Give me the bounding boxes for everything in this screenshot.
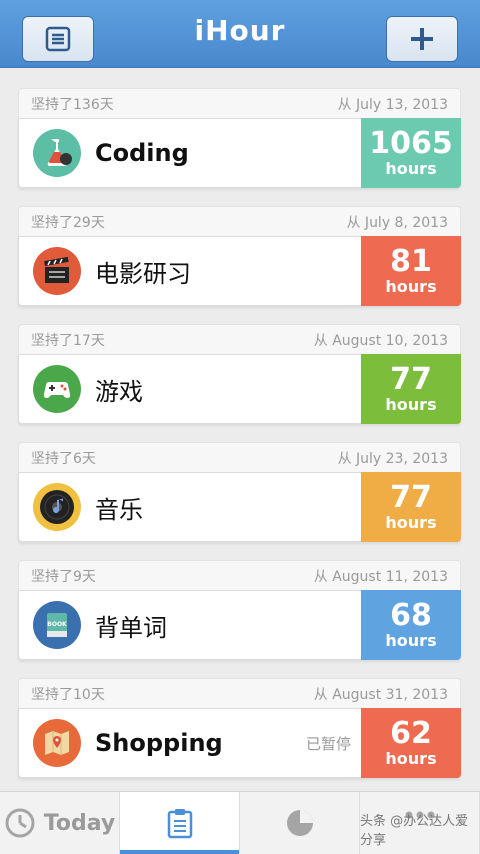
hours-value: 81: [390, 244, 432, 279]
habit-card-shopping[interactable]: 坚持了10天 从 August 31, 2013 Shopping 已暂停 62…: [18, 678, 461, 778]
hours-badge: 62 hours: [361, 708, 461, 778]
tab-today[interactable]: Today: [0, 792, 120, 854]
plus-icon: [411, 28, 433, 50]
days-persisted: 坚持了6天: [31, 450, 96, 467]
habit-name: 游戏: [95, 377, 143, 406]
nav-header: iHour: [0, 0, 480, 68]
habit-card-movie-study[interactable]: 坚持了29天 从 July 8, 2013 电影研习 81 hours: [18, 206, 461, 306]
hours-unit: hours: [385, 159, 437, 178]
map-icon: [33, 719, 81, 767]
card-body: Coding 1065 hours: [18, 118, 461, 188]
pie-chart-icon: [286, 810, 313, 836]
habit-name: 音乐: [95, 495, 143, 524]
start-date: 从 July 8, 2013: [346, 214, 448, 231]
card-body: 音乐 77 hours: [18, 472, 461, 542]
habit-card-coding[interactable]: 坚持了136天 从 July 13, 2013 Coding 1065 hour…: [18, 88, 461, 188]
days-persisted: 坚持了29天: [31, 214, 105, 231]
add-button[interactable]: [386, 16, 458, 62]
card-meta: 坚持了29天 从 July 8, 2013: [18, 206, 461, 236]
watermark-text: 头条 @办公达人爱分享: [360, 814, 469, 848]
card-meta: 坚持了9天 从 August 11, 2013: [18, 560, 461, 590]
habit-name: 电影研习: [95, 259, 191, 288]
card-body: 电影研习 81 hours: [18, 236, 461, 306]
tab-today-label: Today: [43, 810, 116, 836]
hours-badge: 68 hours: [361, 590, 461, 660]
habit-name: 背单词: [95, 613, 167, 642]
hours-unit: hours: [385, 749, 437, 768]
flask-icon: [33, 129, 81, 177]
start-date: 从 August 11, 2013: [313, 568, 448, 585]
days-persisted: 坚持了9天: [31, 568, 96, 585]
start-date: 从 July 13, 2013: [337, 96, 448, 113]
clipboard-icon: [167, 809, 192, 839]
card-body: Shopping 已暂停 62 hours: [18, 708, 461, 778]
hours-value: 77: [390, 362, 432, 397]
habit-card-music[interactable]: 坚持了6天 从 July 23, 2013 音乐 77 hours: [18, 442, 461, 542]
days-persisted: 坚持了10天: [31, 686, 105, 703]
hours-badge: 77 hours: [361, 354, 461, 424]
days-persisted: 坚持了17天: [31, 332, 105, 349]
svg-text:BOOK: BOOK: [47, 621, 67, 628]
hours-value: 77: [390, 480, 432, 515]
hours-value: 1065: [369, 126, 453, 161]
hours-unit: hours: [385, 513, 437, 532]
start-date: 从 August 31, 2013: [313, 686, 448, 703]
habit-list: 坚持了136天 从 July 13, 2013 Coding 1065 hour…: [18, 88, 461, 796]
hours-value: 68: [390, 598, 432, 633]
habit-card-games[interactable]: 坚持了17天 从 August 10, 2013 游戏 77 hours: [18, 324, 461, 424]
card-meta: 坚持了10天 从 August 31, 2013: [18, 678, 461, 708]
tab-more[interactable]: 头条 @办公达人爱分享: [360, 792, 480, 854]
habit-name: Coding: [95, 139, 189, 167]
card-meta: 坚持了6天 从 July 23, 2013: [18, 442, 461, 472]
habit-card-vocabulary[interactable]: 坚持了9天 从 August 11, 2013 BOOK 背单词 68 hour…: [18, 560, 461, 660]
card-body: 游戏 77 hours: [18, 354, 461, 424]
book-icon: BOOK: [33, 601, 81, 649]
hours-badge: 1065 hours: [361, 118, 461, 188]
card-body: BOOK 背单词 68 hours: [18, 590, 461, 660]
gamepad-icon: [33, 365, 81, 413]
start-date: 从 July 23, 2013: [337, 450, 448, 467]
paused-label: 已暂停: [305, 734, 351, 753]
clapperboard-icon: [33, 247, 81, 295]
hours-badge: 77 hours: [361, 472, 461, 542]
hours-value: 62: [390, 716, 432, 751]
card-meta: 坚持了17天 从 August 10, 2013: [18, 324, 461, 354]
tab-bar: Today 头条 @办公达人爱分享: [0, 791, 480, 854]
card-meta: 坚持了136天 从 July 13, 2013: [18, 88, 461, 118]
tab-list[interactable]: [120, 792, 240, 854]
habit-name: Shopping: [95, 729, 223, 757]
clock-icon: [5, 808, 35, 838]
hours-unit: hours: [385, 395, 437, 414]
hours-unit: hours: [385, 631, 437, 650]
hours-unit: hours: [385, 277, 437, 296]
days-persisted: 坚持了136天: [31, 96, 114, 113]
music-disc-icon: [33, 483, 81, 531]
tab-stats[interactable]: [240, 792, 360, 854]
hours-badge: 81 hours: [361, 236, 461, 306]
start-date: 从 August 10, 2013: [313, 332, 448, 349]
